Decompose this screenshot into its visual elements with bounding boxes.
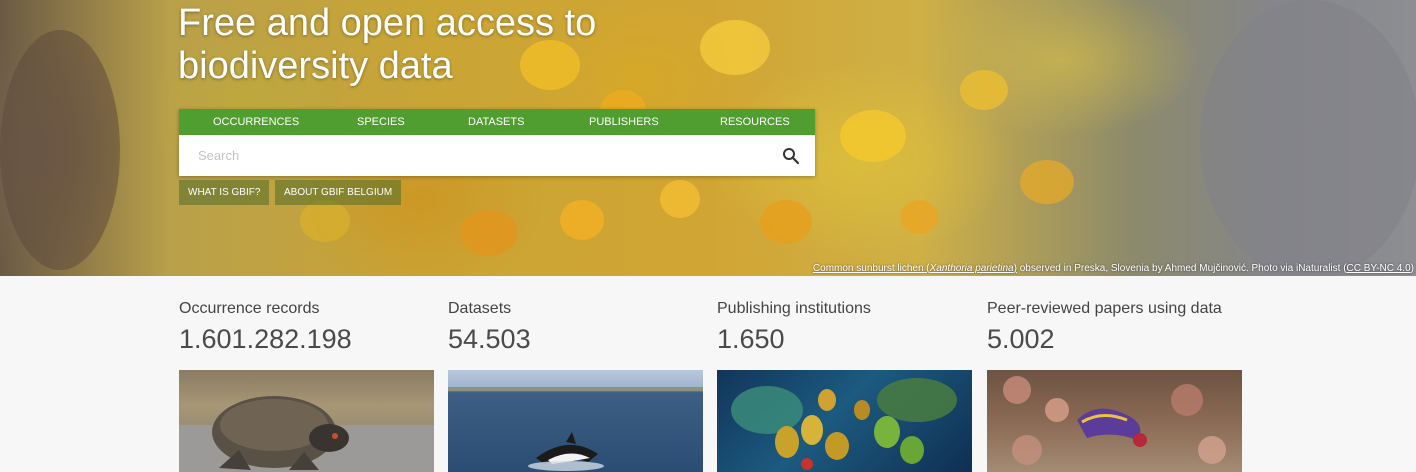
about-gbif-belgium-button[interactable]: ABOUT GBIF BELGIUM [275,180,402,205]
tab-occurrences[interactable]: OCCURRENCES [213,116,299,128]
stat-publishing-institutions[interactable]: Publishing institutions 1.650 [717,299,871,356]
turtle-photo [179,396,434,472]
stat-datasets[interactable]: Datasets 54.503 [448,299,531,356]
stat-value: 54.503 [448,324,531,354]
stat-label: Publishing institutions [717,300,871,317]
stat-occurrence-records[interactable]: Occurrence records 1.601.282.198 [179,299,352,356]
nudibranch-photo [1003,376,1226,465]
tab-datasets[interactable]: DATASETS [468,116,524,128]
search-box: OCCURRENCES SPECIES DATASETS PUBLISHERS … [179,109,815,176]
stat-peer-reviewed-papers[interactable]: Peer-reviewed papers using data 5.002 [987,299,1222,356]
dolphin-photo-card[interactable] [448,370,703,472]
nudibranch-photo-card[interactable] [987,370,1242,472]
search-icon[interactable] [782,147,800,165]
caption-license-link[interactable]: CC BY-NC 4.0 [1347,263,1411,274]
stat-label: Occurrence records [179,300,320,317]
tab-species[interactable]: SPECIES [357,116,405,128]
hero-banner: Free and open access to biodiversity dat… [0,0,1416,276]
stat-value: 1.650 [717,324,785,354]
search-tabs: OCCURRENCES SPECIES DATASETS PUBLISHERS … [179,109,815,135]
caption-observation-link[interactable]: Common sunburst lichen (Xanthoria pariet… [813,263,1017,274]
what-is-gbif-button[interactable]: WHAT IS GBIF? [179,180,270,205]
tab-resources[interactable]: RESOURCES [720,116,790,128]
coral-reef-photo-card[interactable] [717,370,972,472]
stat-label: Peer-reviewed papers using data [987,300,1222,317]
caption-text: observed in Preska, Slovenia by Ahmed Mu… [1016,263,1347,274]
dolphin-photo [448,387,703,471]
stat-value: 1.601.282.198 [179,324,352,354]
turtle-photo-card[interactable] [179,370,434,472]
photo-caption: Common sunburst lichen (Xanthoria pariet… [812,263,1414,274]
hero-title: Free and open access to biodiversity dat… [178,2,597,87]
search-input[interactable] [179,135,759,176]
stat-value: 5.002 [987,324,1055,354]
tab-publishers[interactable]: PUBLISHERS [589,116,659,128]
search-field [179,135,815,176]
coral-reef-photo [731,378,957,470]
stat-label: Datasets [448,300,512,317]
